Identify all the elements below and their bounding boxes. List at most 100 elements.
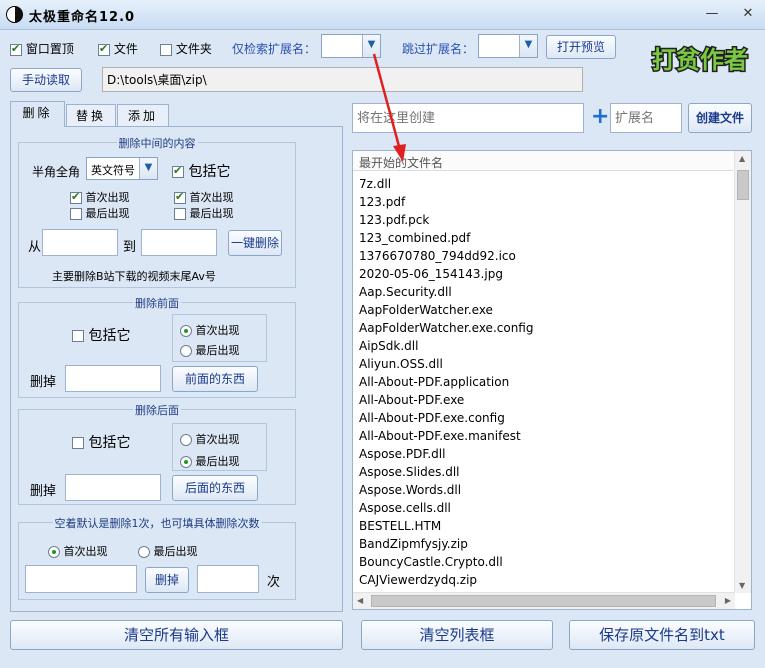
last-occurrence-a-checkbox[interactable]: 最后出现 <box>70 205 130 221</box>
clear-list-button[interactable]: 清空列表框 <box>361 620 553 650</box>
scroll-thumb[interactable] <box>737 170 749 200</box>
one-click-delete-button[interactable]: 一键删除 <box>228 230 282 256</box>
list-item[interactable]: AipSdk.dll <box>359 339 418 353</box>
list-item[interactable]: Aspose.PDF.dll <box>359 447 445 461</box>
front-last-radio[interactable]: 最后出现 <box>180 342 240 358</box>
include-label: 包括它 <box>188 164 231 180</box>
count-last-radio[interactable]: 最后出现 <box>138 543 198 559</box>
logo-text: 打贫作者 <box>652 46 748 74</box>
list-item[interactable]: BandZipmfysjy.zip <box>359 537 468 551</box>
h-scroll-thumb[interactable] <box>371 595 716 607</box>
app-taiji-icon <box>6 6 23 23</box>
list-item[interactable]: BESTELL.HTM <box>359 519 441 533</box>
list-item[interactable]: All-About-PDF.exe.manifest <box>359 429 521 443</box>
first-occurrence-b-checkbox[interactable]: 首次出现 <box>174 189 234 205</box>
list-item[interactable]: 123_combined.pdf <box>359 231 470 245</box>
chevron-down-icon[interactable]: ▼ <box>519 35 537 57</box>
list-item[interactable]: BouncyCastle.Crypto.dll <box>359 555 503 569</box>
checkbox-checked-icon <box>174 190 186 204</box>
count-text-input[interactable] <box>25 565 137 593</box>
extension-input[interactable] <box>610 103 682 133</box>
times-label: 次 <box>267 575 281 590</box>
count-delete-button[interactable]: 删掉 <box>145 567 189 593</box>
list-item[interactable]: 2020-05-06_154143.jpg <box>359 267 503 281</box>
list-item[interactable]: All-About-PDF.exe <box>359 393 464 407</box>
pin-window-label: 窗口置顶 <box>25 42 74 56</box>
radio-selected-icon <box>180 325 192 337</box>
plus-icon: + <box>591 104 610 129</box>
to-label: 到 <box>123 240 137 255</box>
include-label: 包括它 <box>88 435 131 451</box>
list-item[interactable]: Aliyun.OSS.dll <box>359 357 443 371</box>
remove-front-label: 删掉 <box>30 375 57 390</box>
include-label: 包括它 <box>88 328 131 344</box>
to-input[interactable] <box>141 229 217 256</box>
list-item[interactable]: CAJViewerdzydq.zip <box>359 573 477 587</box>
last-a-label: 最后出现 <box>85 207 130 220</box>
file-checkbox[interactable]: 文件 <box>98 40 138 57</box>
chevron-down-icon[interactable]: ▼ <box>139 158 157 179</box>
list-item[interactable]: 7z.dll <box>359 177 391 191</box>
group-title: 删除中间的内容 <box>116 137 198 150</box>
front-first-label: 首次出现 <box>195 324 240 337</box>
list-item[interactable]: 123.pdf.pck <box>359 213 429 227</box>
file-list[interactable]: 最开始的文件名 7z.dll 123.pdf 123.pdf.pck 123_comb… <box>352 150 752 610</box>
front-input[interactable] <box>65 365 161 392</box>
list-item[interactable]: Aap.Security.dll <box>359 285 452 299</box>
delete-back-button[interactable]: 后面的东西 <box>172 475 258 501</box>
width-mode-value: 英文符号 <box>91 164 135 177</box>
width-mode-dropdown[interactable]: 英文符号 ▼ <box>86 157 158 180</box>
count-first-radio[interactable]: 首次出现 <box>48 543 108 559</box>
scroll-right-icon[interactable]: ▶ <box>725 596 731 605</box>
list-item[interactable]: Aspose.Words.dll <box>359 483 461 497</box>
radio-selected-icon <box>48 546 60 558</box>
include-middle-checkbox[interactable]: 包括它 <box>172 161 230 181</box>
path-display: D:\tools\桌面\zip\ <box>102 67 583 92</box>
front-first-radio[interactable]: 首次出现 <box>180 322 240 338</box>
list-item[interactable]: All-About-PDF.exe.config <box>359 411 505 425</box>
create-file-button[interactable]: 创建文件 <box>688 103 752 133</box>
list-item[interactable]: Aspose.cells.dll <box>359 501 451 515</box>
window-title: 太极重命名12.0 <box>29 10 136 25</box>
horizontal-scrollbar[interactable]: ◀ ▶ <box>353 592 735 609</box>
count-number-input[interactable] <box>197 565 259 593</box>
scroll-down-icon[interactable]: ▼ <box>739 581 745 590</box>
list-item[interactable]: All-About-PDF.application <box>359 375 509 389</box>
first-occurrence-a-checkbox[interactable]: 首次出现 <box>70 189 130 205</box>
vertical-scrollbar[interactable]: ▲ ▼ <box>734 151 751 593</box>
list-item[interactable]: Aspose.Slides.dll <box>359 465 460 479</box>
first-a-label: 首次出现 <box>85 191 130 204</box>
list-item[interactable]: 1376670780_794dd92.ico <box>359 249 516 263</box>
tab-add[interactable]: 添加 <box>117 104 169 127</box>
group-title: 删除前面 <box>133 297 181 310</box>
last-occurrence-b-checkbox[interactable]: 最后出现 <box>174 205 234 221</box>
back-first-radio[interactable]: 首次出现 <box>180 431 240 447</box>
open-preview-button[interactable]: 打开预览 <box>546 35 616 59</box>
back-last-radio[interactable]: 最后出现 <box>180 453 240 469</box>
annotation-arrow <box>372 53 406 162</box>
skip-ext-dropdown[interactable]: ▼ <box>478 34 538 58</box>
folder-label: 文件夹 <box>175 42 212 56</box>
folder-checkbox[interactable]: 文件夹 <box>160 40 212 57</box>
back-input[interactable] <box>65 474 161 501</box>
delete-front-button[interactable]: 前面的东西 <box>172 366 258 392</box>
include-back-checkbox[interactable]: 包括它 <box>72 432 130 452</box>
list-item[interactable]: AapFolderWatcher.exe <box>359 303 493 317</box>
include-front-checkbox[interactable]: 包括它 <box>72 325 130 345</box>
list-item[interactable]: 123.pdf <box>359 195 405 209</box>
close-button[interactable]: ✕ <box>736 4 760 24</box>
scroll-left-icon[interactable]: ◀ <box>357 596 363 605</box>
scroll-up-icon[interactable]: ▲ <box>739 154 745 163</box>
title-bar: 太极重命名12.0 — ✕ <box>0 0 765 30</box>
tab-delete[interactable]: 删除 <box>10 101 65 127</box>
pin-window-checkbox[interactable]: 窗口置顶 <box>10 40 74 57</box>
manual-read-button[interactable]: 手动读取 <box>10 68 82 92</box>
save-filenames-txt-button[interactable]: 保存原文件名到txt <box>569 620 755 650</box>
clear-all-inputs-button[interactable]: 清空所有输入框 <box>10 620 343 650</box>
radio-empty-icon <box>138 546 150 558</box>
from-input[interactable] <box>42 229 118 256</box>
tab-replace[interactable]: 替换 <box>66 104 116 127</box>
list-item[interactable]: AapFolderWatcher.exe.config <box>359 321 533 335</box>
minimize-button[interactable]: — <box>700 4 724 24</box>
back-first-label: 首次出现 <box>195 433 240 446</box>
